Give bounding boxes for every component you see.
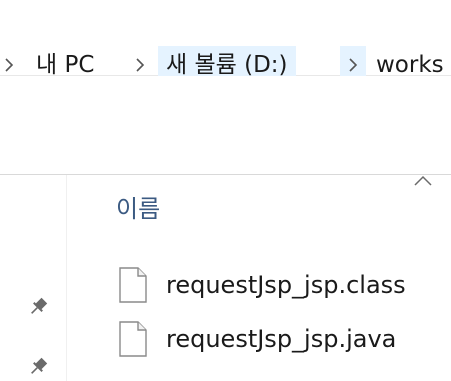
file-name: requestJsp_jsp.class (166, 271, 406, 299)
pin-icon[interactable] (26, 295, 50, 319)
address-bar[interactable]: 내 PC 새 볼륨 (D:) works (0, 18, 451, 84)
generic-file-icon (119, 267, 147, 303)
divider (0, 174, 451, 175)
generic-file-icon (119, 321, 147, 357)
navigation-pane[interactable] (0, 175, 67, 381)
sort-up-caret-icon[interactable] (412, 174, 434, 188)
file-row[interactable]: requestJsp_jsp.class (118, 264, 438, 306)
title-bar-strip (0, 0, 451, 19)
column-header-name[interactable]: 이름 (116, 192, 160, 226)
pin-icon[interactable] (26, 355, 50, 379)
file-row[interactable]: requestJsp_jsp.java (118, 318, 438, 360)
file-name: requestJsp_jsp.java (166, 325, 397, 353)
ribbon-blank-area (0, 76, 451, 174)
